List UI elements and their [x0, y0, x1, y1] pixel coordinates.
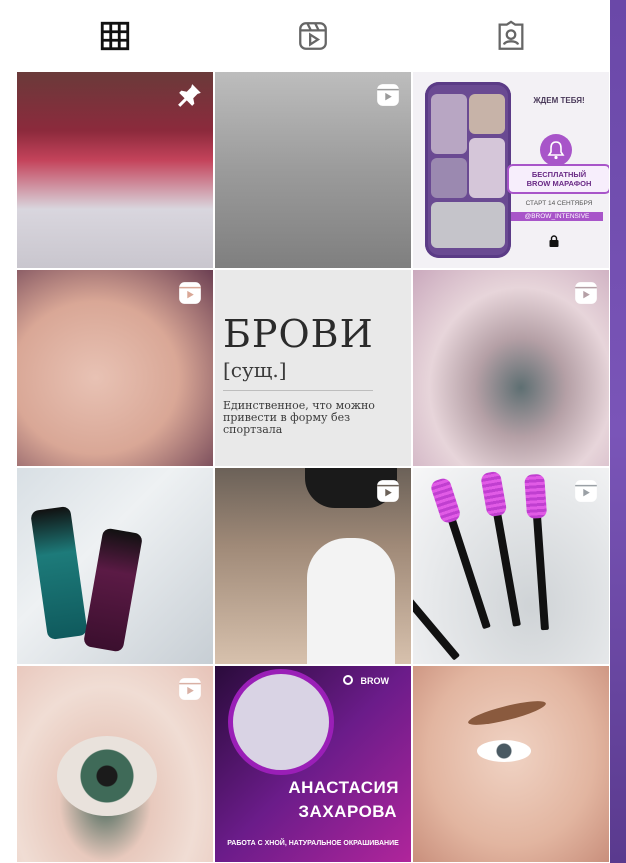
master-first-name: АНАСТАСИЯ: [288, 778, 399, 797]
reel-icon: [177, 280, 203, 306]
post-tile[interactable]: БРОВИ [сущ.] Единственное, что можно при…: [215, 270, 411, 466]
grid-icon: [98, 19, 132, 58]
post-tile[interactable]: [215, 72, 411, 268]
tab-tagged[interactable]: [491, 18, 531, 58]
pin-icon: [177, 82, 203, 108]
definition-text: Единственное, что можно привести в форму…: [223, 399, 375, 436]
marathon-line2: BROW МАРАФОН: [526, 179, 592, 188]
master-last-name: ЗАХАРОВА: [298, 802, 397, 821]
post-photo-brows-result: [413, 666, 609, 862]
white-top: [307, 538, 395, 664]
mockup-photo: [469, 94, 505, 134]
eye: [57, 736, 157, 816]
post-tile[interactable]: [413, 666, 609, 862]
brand-dot-icon: [343, 675, 353, 685]
mockup-photo: [431, 202, 505, 248]
brand-label: BROW: [360, 676, 390, 686]
definition-part-of-speech: [сущ.]: [223, 358, 287, 382]
tagged-icon: [494, 19, 528, 58]
post-tile[interactable]: BROW АНАСТАСИЯ ЗАХАРОВА РАБОТА С ХНОЙ, Н…: [215, 666, 411, 862]
post-tile[interactable]: [17, 468, 213, 664]
services-subtitle: РАБОТА С ХНОЙ, НАТУРАЛЬНОЕ ОКРАШИВАНИЕ: [227, 840, 399, 847]
reel-icon: [375, 82, 401, 108]
mockup-photo: [431, 94, 467, 154]
tab-grid[interactable]: [95, 18, 135, 58]
mockup-photo: [469, 138, 505, 198]
post-tile[interactable]: [17, 72, 213, 268]
decorative-frame-right: [608, 0, 626, 863]
mockup-photo: [431, 158, 467, 198]
marathon-banner: БЕСПЛАТНЫЙ BROW МАРАФОН: [507, 164, 609, 194]
reels-icon: [296, 19, 330, 58]
post-tile[interactable]: [413, 468, 609, 664]
wait-text: ЖДЕМ ТЕБЯ!: [533, 96, 585, 105]
post-tile[interactable]: [17, 666, 213, 862]
post-tile[interactable]: [215, 468, 411, 664]
definition-word: БРОВИ: [223, 312, 374, 356]
marathon-line1: БЕСПЛАТНЫЙ: [531, 170, 587, 179]
post-tile[interactable]: ЖДЕМ ТЕБЯ! БЕСПЛАТНЫЙ BROW МАРАФОН СТАРТ…: [413, 72, 609, 268]
divider: [223, 390, 373, 391]
tab-reels[interactable]: [293, 18, 333, 58]
bell-icon: [540, 134, 572, 166]
reel-icon: [177, 676, 203, 702]
post-tile[interactable]: [17, 270, 213, 466]
start-date: СТАРТ 14 СЕНТЯБРЯ: [525, 200, 593, 207]
reel-icon: [573, 478, 599, 504]
profile-tabs: [0, 0, 610, 72]
reel-icon: [375, 478, 401, 504]
lock-icon: [547, 234, 561, 248]
post-tile[interactable]: [413, 270, 609, 466]
profile-screen: ЖДЕМ ТЕБЯ! БЕСПЛАТНЫЙ BROW МАРАФОН СТАРТ…: [0, 0, 610, 863]
portrait-circle: [233, 674, 329, 770]
eye: [477, 740, 531, 762]
reel-icon: [573, 280, 599, 306]
account-handle: @BROW_INTENSIVE: [511, 212, 603, 221]
